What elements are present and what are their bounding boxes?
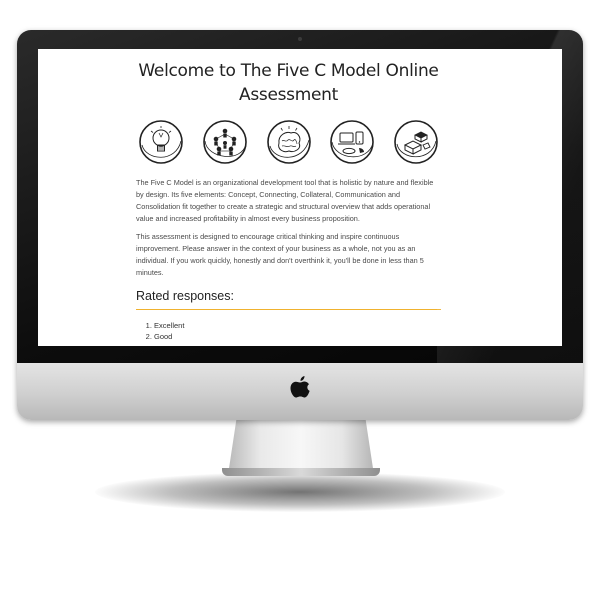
imac-monitor: Welcome to The Five C Model Online Asses… (17, 30, 583, 420)
rating-option-2: Good (154, 331, 441, 342)
connecting-people-icon (202, 120, 247, 164)
page-content: Welcome to The Five C Model Online Asses… (136, 59, 441, 342)
monitor-chin (17, 363, 583, 420)
collateral-brain-icon (266, 120, 311, 164)
intro-paragraph: The Five C Model is an organizational de… (136, 178, 434, 223)
instructions-paragraph: This assessment is designed to encourage… (136, 232, 424, 277)
communication-devices-icon (330, 120, 375, 164)
monitor-stand (228, 417, 374, 475)
page-title: Welcome to The Five C Model Online Asses… (138, 61, 439, 105)
rating-option-1: Excellent (154, 320, 441, 331)
rated-responses-heading: Rated responses: (136, 289, 441, 310)
rated-responses-list: Excellent Good (136, 320, 441, 342)
camera-icon (298, 37, 302, 41)
lightbulb-icon (139, 120, 183, 164)
web-page-viewport[interactable]: Welcome to The Five C Model Online Asses… (38, 49, 562, 346)
consolidation-blocks-icon (394, 120, 438, 164)
floor-shadow (95, 472, 505, 512)
monitor-stand-foot (222, 468, 380, 476)
five-c-icons-row (136, 119, 441, 165)
apple-logo-icon (290, 376, 310, 398)
screen-bezel: Welcome to The Five C Model Online Asses… (17, 30, 583, 363)
